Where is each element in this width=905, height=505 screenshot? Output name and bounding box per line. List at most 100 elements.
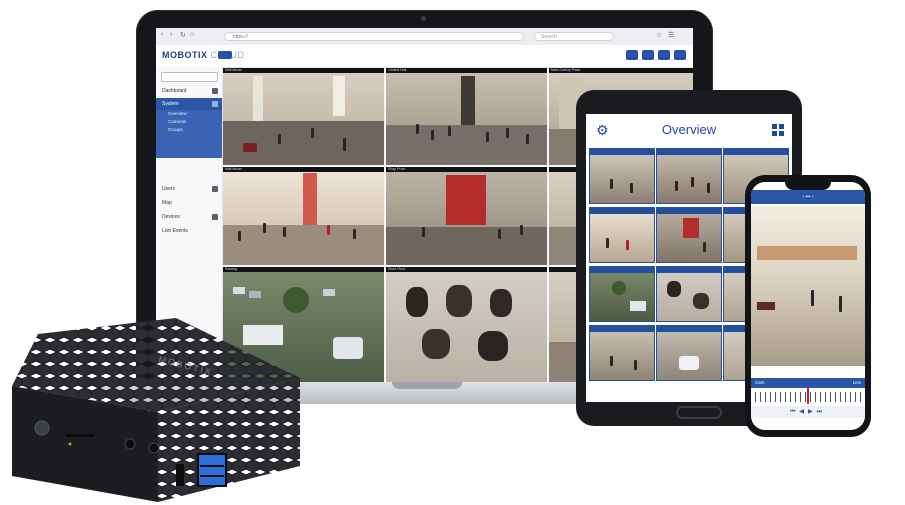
tablet-camera-tile[interactable] xyxy=(589,266,655,322)
sidebar-subitem-1[interactable]: Overview xyxy=(156,110,222,118)
grid-view-icon[interactable] xyxy=(772,124,784,136)
sidebar-item-map[interactable]: Map xyxy=(156,197,222,209)
sidebar-subitem-5[interactable] xyxy=(156,142,222,150)
scene-pillar xyxy=(253,76,263,121)
camera-tile[interactable]: Store Floor xyxy=(386,267,547,382)
phone-camera-view[interactable] xyxy=(751,206,865,366)
header-action-button-4[interactable] xyxy=(674,50,686,60)
headphone-jack-icon xyxy=(124,438,136,450)
status-led-icon xyxy=(68,442,72,446)
person-figure xyxy=(278,134,281,144)
person-figure xyxy=(422,227,425,237)
badge-icon xyxy=(212,186,218,192)
camera-tile[interactable]: Mall Atrium xyxy=(223,68,384,165)
camera-title: Parking xyxy=(223,267,384,272)
sidebar-item-live-events[interactable]: Live Events xyxy=(156,225,222,237)
tablet-camera-tile[interactable] xyxy=(656,148,722,204)
scene-tree xyxy=(283,287,309,313)
sidebar-item-devices[interactable]: Devices xyxy=(156,211,222,223)
address-bar[interactable]: https:// xyxy=(224,32,524,41)
header-action-button-2[interactable] xyxy=(642,50,654,60)
back-icon[interactable]: ‹ xyxy=(161,31,163,38)
scene-rack xyxy=(422,329,450,359)
phone-notch xyxy=(785,182,831,190)
camera-title: Mall Atrium xyxy=(223,167,384,172)
badge-icon xyxy=(212,88,218,94)
tablet-camera-tile[interactable] xyxy=(589,325,655,381)
camera-tile[interactable]: Shop Front xyxy=(386,167,547,265)
scene-shopfront xyxy=(446,175,486,225)
scene-car xyxy=(323,289,335,296)
camera-title: Mall Atrium xyxy=(223,68,384,73)
camera-tile[interactable]: Central Hall xyxy=(386,68,547,165)
tablet-camera-title xyxy=(590,208,654,214)
logo-tag xyxy=(218,51,232,59)
tablet-camera-title xyxy=(657,326,721,332)
home-icon[interactable]: ⌂ xyxy=(190,31,194,38)
tablet-camera-title xyxy=(657,267,721,273)
person-figure xyxy=(343,138,346,151)
person-figure xyxy=(498,229,501,239)
tablet-camera-title xyxy=(657,208,721,214)
sidebar-item-label: Devices xyxy=(162,214,180,220)
scene-object xyxy=(243,143,257,152)
tablet-camera-tile[interactable] xyxy=(656,266,722,322)
tablet-camera-title xyxy=(590,149,654,155)
person-figure xyxy=(416,124,419,134)
sidebar-subitem-6[interactable] xyxy=(156,150,222,158)
sidebar-item-dashboard[interactable]: Dashboard xyxy=(156,85,222,97)
person-figure xyxy=(263,223,266,233)
mic-jack-icon xyxy=(148,442,160,454)
sidebar-subitem-2[interactable]: Cameras xyxy=(156,118,222,126)
bookmark-icon[interactable]: ☆ xyxy=(656,31,662,39)
person-figure xyxy=(311,128,314,138)
camera-title: Main Gallery Plaza xyxy=(549,68,693,73)
phone-screen: ‹ ••• › Cam Live ⏮◀▶⏭ xyxy=(751,182,865,430)
person-figure xyxy=(431,130,434,140)
phone-toolbar-left[interactable]: Cam xyxy=(751,380,765,385)
nvr-box: MOBOTIX xyxy=(12,318,300,502)
scene-floor xyxy=(386,125,547,165)
tablet-camera-tile[interactable] xyxy=(656,325,722,381)
reload-icon[interactable]: ↻ xyxy=(180,31,186,39)
app-header: MOBOTIX CLOUD xyxy=(156,45,693,68)
laptop-lid-notch xyxy=(392,382,462,389)
sidebar-item-label: Live Events xyxy=(162,228,188,234)
sidebar-item-system[interactable]: System xyxy=(156,98,222,110)
person-figure xyxy=(526,134,529,144)
sidebar-subitem-3[interactable]: Groups xyxy=(156,126,222,134)
camera-title: Store Floor xyxy=(386,267,547,272)
sd-card-slot xyxy=(66,434,94,437)
browser-search-input[interactable]: Search xyxy=(534,32,614,41)
menu-icon[interactable]: ☰ xyxy=(668,31,674,39)
person-figure xyxy=(327,225,330,235)
header-action-button-1[interactable] xyxy=(626,50,638,60)
tablet-home-button[interactable] xyxy=(676,406,722,419)
badge-icon xyxy=(212,101,218,107)
tablet-camera-title xyxy=(590,267,654,273)
scene-rack xyxy=(406,287,428,317)
forward-icon[interactable]: › xyxy=(170,31,172,38)
person-figure xyxy=(486,132,489,142)
tablet-camera-tile[interactable] xyxy=(589,148,655,204)
header-action-button-3[interactable] xyxy=(658,50,670,60)
sidebar-item-label: System xyxy=(162,101,179,107)
sidebar-item-users[interactable]: Users xyxy=(156,183,222,195)
sidebar-item-label: Users xyxy=(162,186,176,192)
tablet-camera-tile[interactable] xyxy=(656,207,722,263)
phone-playback-controls[interactable]: ⏮◀▶⏭ xyxy=(751,406,865,418)
tablet-camera-tile[interactable] xyxy=(589,207,655,263)
person-figure xyxy=(448,126,451,136)
phone-toolbar-right[interactable]: Live xyxy=(853,378,861,388)
person-figure xyxy=(238,231,241,241)
sidebar-search-input[interactable] xyxy=(161,72,218,82)
scene-rack xyxy=(490,289,512,317)
person-figure xyxy=(353,229,356,239)
camera-tile[interactable]: Mall Atrium xyxy=(223,167,384,265)
scene-floor xyxy=(223,225,384,265)
tablet-camera-title xyxy=(590,326,654,332)
timeline-playhead[interactable] xyxy=(807,388,809,404)
sidebar-subitem-4[interactable] xyxy=(156,134,222,142)
laptop-webcam xyxy=(421,16,426,21)
power-button-icon[interactable] xyxy=(34,420,50,436)
